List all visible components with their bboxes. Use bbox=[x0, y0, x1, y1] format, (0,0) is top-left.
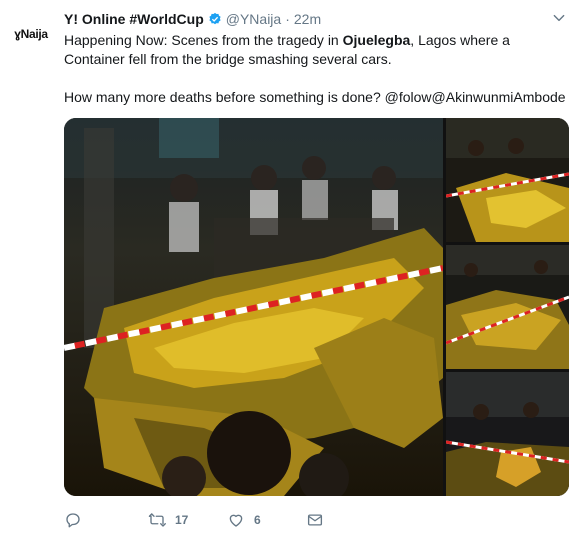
chevron-down-icon[interactable] bbox=[552, 11, 566, 25]
timestamp[interactable]: 22m bbox=[294, 11, 321, 27]
retweet-count: 17 bbox=[175, 513, 189, 527]
crash-photo-main[interactable] bbox=[64, 118, 443, 496]
crash-photo-4[interactable] bbox=[446, 372, 569, 496]
tweet-text-line-2: How many more deaths before something is… bbox=[64, 89, 566, 105]
tweet-text-line-1: Happening Now: Scenes from the tragedy i… bbox=[64, 31, 569, 69]
handle[interactable]: @YNaija bbox=[226, 11, 281, 27]
tweet-text: Happening Now: Scenes from the tragedy i… bbox=[64, 31, 569, 107]
retweet-icon bbox=[148, 513, 166, 527]
like-count: 6 bbox=[254, 513, 261, 527]
avatar[interactable]: ɣNaija bbox=[12, 22, 50, 46]
crash-photo-3[interactable] bbox=[446, 245, 569, 369]
direct-message-button[interactable] bbox=[306, 508, 324, 532]
tweet-header: Y! Online #WorldCup @YNaija · 22m bbox=[64, 9, 321, 29]
crash-photo-2[interactable] bbox=[446, 118, 569, 242]
location-link[interactable]: Ojuelegba bbox=[343, 32, 411, 48]
reply-button[interactable] bbox=[64, 508, 82, 532]
separator-dot: · bbox=[285, 11, 290, 27]
tweet-actions: 17 6 bbox=[64, 508, 364, 532]
display-name[interactable]: Y! Online #WorldCup bbox=[64, 11, 204, 27]
like-button[interactable]: 6 bbox=[227, 508, 261, 532]
verified-badge-icon bbox=[209, 12, 221, 25]
media-grid bbox=[64, 118, 569, 496]
reply-icon bbox=[66, 513, 80, 528]
envelope-icon bbox=[307, 514, 323, 526]
tweet: ɣNaija Y! Online #WorldCup @YNaija · 22m… bbox=[0, 0, 581, 536]
heart-icon bbox=[229, 514, 243, 527]
tweet-text-prefix: Happening Now: Scenes from the tragedy i… bbox=[64, 32, 343, 48]
retweet-button[interactable]: 17 bbox=[148, 508, 188, 532]
